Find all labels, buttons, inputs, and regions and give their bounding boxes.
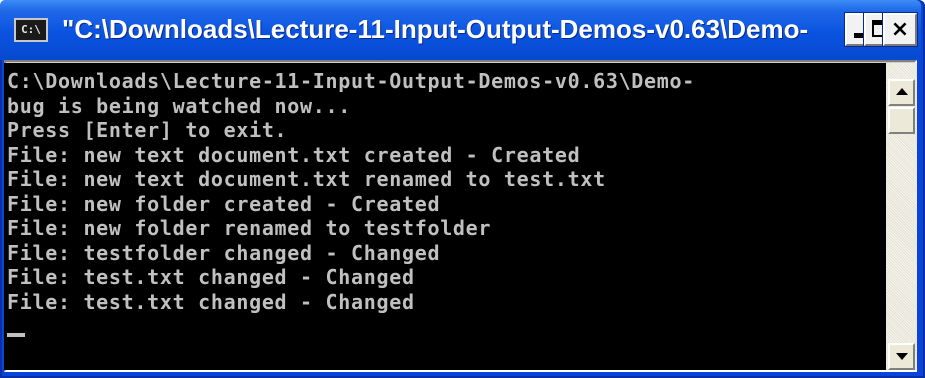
console-line: C:\Downloads\Lecture-11-Input-Output-Dem… bbox=[7, 69, 696, 93]
scroll-thumb[interactable] bbox=[888, 107, 915, 134]
console-line: File: new folder created - Created bbox=[7, 191, 441, 216]
console-icon[interactable]: C:\ bbox=[14, 18, 48, 42]
console-line: Press [Enter] to exit. bbox=[7, 118, 288, 142]
console-line: File: new folder renamed to testfolder bbox=[7, 216, 492, 240]
title-bar[interactable]: C:\ "C:\Downloads\Lecture-11-Input-Outpu… bbox=[0, 0, 921, 60]
console-line: bug is being watched now... bbox=[7, 93, 352, 118]
arrow-down-icon bbox=[896, 353, 908, 360]
text-cursor bbox=[7, 333, 25, 337]
close-button[interactable]: × bbox=[882, 12, 918, 47]
window-title: "C:\Downloads\Lecture-11-Input-Output-De… bbox=[62, 14, 809, 44]
scroll-up-button[interactable] bbox=[888, 79, 915, 106]
console-lines: C:\Downloads\Lecture-11-Input-Output-Dem… bbox=[7, 69, 695, 314]
close-icon: × bbox=[890, 17, 910, 42]
arrow-up-icon bbox=[896, 88, 908, 95]
console-line: File: testfolder changed - Changed bbox=[7, 240, 441, 265]
console-output[interactable]: C:\Downloads\Lecture-11-Input-Output-Dem… bbox=[4, 63, 886, 370]
console-line: File: new text document.txt renamed to t… bbox=[7, 167, 606, 191]
vertical-scrollbar[interactable] bbox=[886, 63, 917, 370]
console-line: File: new text document.txt created - Cr… bbox=[7, 142, 581, 167]
console-line: File: test.txt changed - Changed bbox=[7, 265, 415, 289]
console-line: File: test.txt changed - Changed bbox=[7, 289, 415, 314]
scroll-down-button[interactable] bbox=[888, 343, 915, 370]
